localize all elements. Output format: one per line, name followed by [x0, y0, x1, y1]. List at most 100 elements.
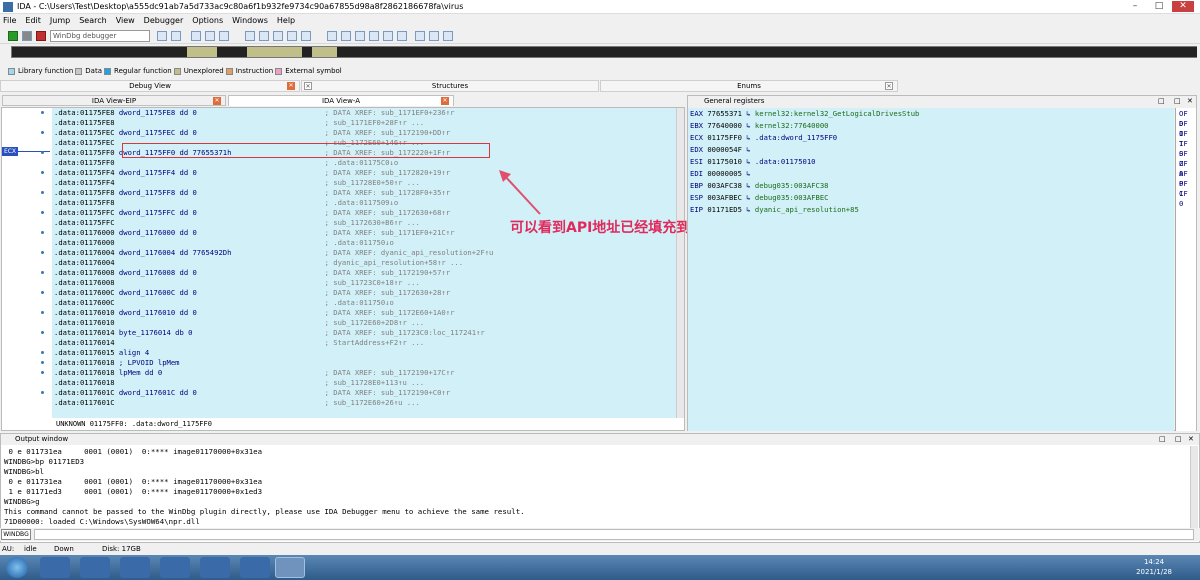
menu-edit[interactable]: Edit [25, 16, 41, 25]
disassembly-line[interactable]: .data:01176000 dword_1176000 dd 0 ; DATA … [54, 228, 454, 238]
disassembly-line[interactable]: .data:01176015 align 4 [54, 348, 325, 358]
start-button-icon[interactable] [6, 557, 28, 578]
jump-arrow-icon[interactable]: ↳ [742, 145, 755, 154]
close-icon[interactable]: ✕ [304, 82, 312, 90]
jump-arrow-icon[interactable]: ↳ [742, 109, 755, 118]
ida-taskbar-icon[interactable] [275, 557, 305, 578]
menu-jump[interactable]: Jump [50, 16, 70, 25]
windbg-command-label[interactable]: WINDBG [1, 529, 31, 540]
register-row[interactable]: EDI 00000005 ↳ [690, 169, 755, 179]
jump-arrow-icon[interactable]: ↳ [742, 169, 755, 178]
jump-arrow-icon[interactable]: ↳ [742, 205, 755, 214]
file-explorer-icon[interactable] [240, 557, 270, 578]
disassembly-line[interactable]: .data:01175FE8 dword_1175FE8 dd 0 ; DATA … [54, 108, 454, 118]
register-value[interactable]: 003AFC38 [707, 181, 742, 190]
flag-row[interactable]: TF 0 [1179, 139, 1196, 158]
step-over-icon[interactable] [205, 31, 215, 41]
disassembly-line[interactable]: .data:01175FEC dword_1175FEC dd 0 ; DATA … [54, 128, 450, 138]
restore-icon[interactable]: □ [1174, 96, 1181, 107]
tracing-icon[interactable] [273, 31, 283, 41]
flag-row[interactable]: OF 0 [1179, 109, 1196, 128]
stop-icon[interactable] [36, 31, 46, 41]
tool-icon[interactable] [160, 557, 190, 578]
disassembly-line[interactable]: .data:01175FF8 dword_1175FF8 dd 0 ; DATA … [54, 188, 450, 198]
flag-row[interactable]: CF 0 [1179, 189, 1196, 208]
exports-icon[interactable] [443, 31, 453, 41]
register-value[interactable]: 01175010 [707, 157, 742, 166]
segments-icon[interactable] [355, 31, 365, 41]
register-row[interactable]: ESI 01175010 ↳ .data:01175010 [690, 157, 816, 167]
disassembly-line[interactable]: .data:01176014 ; StartAddress+F2↑r ... [54, 338, 424, 348]
jump-arrow-icon[interactable]: ↳ [742, 157, 755, 166]
disassembly-line[interactable]: .data:01175FF8 ; .data:0117509↓o [54, 198, 398, 208]
navigation-band[interactable] [11, 46, 1197, 58]
register-row[interactable]: EBP 003AFC38 ↳ debug035:003AFC38 [690, 181, 829, 191]
register-value[interactable]: 77655371 [707, 109, 742, 118]
flag-row[interactable]: IF 1 [1179, 129, 1196, 148]
step-into-icon[interactable] [191, 31, 201, 41]
maximize-button[interactable]: □ [1148, 1, 1170, 12]
start-process-icon[interactable] [8, 31, 18, 41]
tab-ida-view-eip[interactable]: IDA View-EIP ✕ [2, 95, 226, 106]
disassembly-line[interactable]: .data:0117600C dword_117600C dd 0 ; DATA … [54, 288, 450, 298]
trace-window-icon[interactable] [287, 31, 297, 41]
register-value[interactable]: 01171ED5 [707, 205, 742, 214]
register-value[interactable]: 77640000 [707, 121, 742, 130]
disassembly-line[interactable]: .data:01176010 ; sub_1172E60+2D8↑r ... [54, 318, 424, 328]
output-lines[interactable]: 0 e 011731ea 0001 (0001) 0:**** image011… [1, 447, 1187, 529]
register-value[interactable]: 01175FF0 [707, 133, 742, 142]
breakpoints-icon[interactable] [245, 31, 255, 41]
names-icon[interactable] [369, 31, 379, 41]
command-input[interactable] [34, 529, 1194, 540]
ida-vertical-scrollbar[interactable] [676, 108, 684, 418]
menu-windows[interactable]: Windows [232, 16, 268, 25]
close-button[interactable]: ✕ [1172, 1, 1194, 12]
register-value[interactable]: 0000054F [707, 145, 742, 154]
watch-icon[interactable] [259, 31, 269, 41]
flag-row[interactable]: DF 0 [1179, 119, 1196, 138]
strings-icon[interactable] [397, 31, 407, 41]
tab-structures[interactable]: ✕ Structures [301, 80, 599, 92]
jump-arrow-icon[interactable]: ↳ [742, 121, 755, 130]
disassembly-line[interactable]: .data:0117600C ; .data:011750↓o [54, 298, 394, 308]
close-icon[interactable]: ✕ [441, 97, 449, 105]
disassembly-line[interactable]: .data:01176004 ; dyanic_api_resolution+58… [54, 258, 463, 268]
stack-trace-icon[interactable] [301, 31, 311, 41]
menu-file[interactable]: File [3, 16, 16, 25]
disassembly-line[interactable]: .data:01176008 ; sub_11723C0+18↑r ... [54, 278, 420, 288]
close-icon[interactable]: ✕ [885, 82, 893, 90]
tab-enums[interactable]: Enums ✕ [600, 80, 898, 92]
registers-list[interactable]: EAX 77655371 ↳ kernel32:kernel32_GetLogi… [688, 108, 1174, 431]
menu-options[interactable]: Options [192, 16, 223, 25]
disassembly-line[interactable]: .data:01176018 ; LPVOID lpMem [54, 358, 325, 368]
register-value[interactable]: 00000005 [707, 169, 742, 178]
menu-view[interactable]: View [116, 16, 135, 25]
flag-row[interactable]: AF 0 [1179, 169, 1196, 188]
tab-ida-view-a[interactable]: IDA View-A ✕ [228, 95, 454, 106]
internet-explorer-icon[interactable] [40, 557, 70, 578]
disassembly-line[interactable]: .data:01176000 ; .data:011750↓o [54, 238, 394, 248]
graph-icon[interactable] [415, 31, 425, 41]
close-icon[interactable]: ✕ [1188, 434, 1194, 445]
disassembly-line[interactable]: .data:01175FE8 ; sub_1171EF0+28F↑r ... [54, 118, 424, 128]
hex-icon[interactable] [429, 31, 439, 41]
disassembly-line[interactable]: .data:01176014 byte_1176014 db 0 ; DATA X… [54, 328, 485, 338]
debugger-select[interactable]: WinDbg debugger [50, 30, 150, 42]
tab-debug-view[interactable]: Debug View ✕ [0, 80, 300, 92]
disassembly-line[interactable]: .data:01176010 dword_1176010 dd 0 ; DATA … [54, 308, 454, 318]
disassembly-line[interactable]: .data:01176008 dword_1176008 dd 0 ; DATA … [54, 268, 450, 278]
flags-list[interactable]: OF 0 DF 0 IF 1 TF 0 SF 0 ZF 0 AF 0 PF 1 CF 0 [1175, 108, 1196, 431]
restore-icon[interactable]: □ [1159, 434, 1166, 445]
jump-arrow-icon[interactable]: ↳ [742, 133, 755, 142]
run-to-cursor-icon[interactable] [219, 31, 229, 41]
disassembly-line[interactable]: .data:01175FF0 ; .data:01175C0↓o [54, 158, 398, 168]
disassembly-line[interactable]: .data:01176004 dword_1176004 dd 7765492D… [54, 248, 493, 258]
menu-search[interactable]: Search [79, 16, 106, 25]
flag-row[interactable]: ZF 0 [1179, 159, 1196, 178]
close-icon[interactable]: ✕ [287, 82, 295, 90]
7zip-icon[interactable] [200, 557, 230, 578]
disassembly-line[interactable]: .data:01176018 ; sub_11728E0+113↑u ... [54, 378, 424, 388]
register-row[interactable]: EAX 77655371 ↳ kernel32:kernel32_GetLogi… [690, 109, 919, 119]
disassembly-line[interactable]: .data:01175FF4 ; sub_11728E0+50↑r ... [54, 178, 420, 188]
register-row[interactable]: ESP 003AFBEC ↳ debug035:003AFBEC [690, 193, 829, 203]
